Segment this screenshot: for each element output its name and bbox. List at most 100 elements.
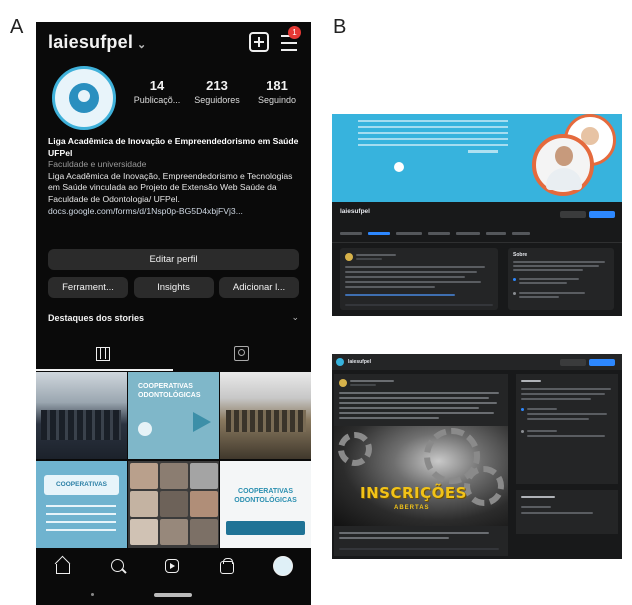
about-text-line (513, 261, 605, 263)
post-image[interactable]: INSCRIÇÕES ABERTAS (334, 426, 508, 526)
page-header-bar: laiesufpel (332, 354, 622, 370)
highlights-title: Destaques dos stories (48, 313, 145, 323)
tab-reviews[interactable] (428, 232, 450, 235)
shop-icon[interactable] (218, 557, 236, 575)
bottom-navigation (36, 549, 311, 583)
post-title: COOPERATIVAS ODONTOLÓGICAS (138, 383, 201, 399)
profile-actions: Ferrament... Insights Adicionar l... (48, 277, 299, 298)
image-subheadline: ABERTAS (394, 505, 430, 511)
dot-icon (91, 593, 94, 596)
stat-posts[interactable]: 14 Publicaçõ... (128, 78, 186, 105)
feed-post-card[interactable] (340, 248, 498, 310)
about-text-line (519, 296, 559, 298)
chevron-down-icon[interactable]: ⌄ (137, 39, 146, 51)
profile-header-bar: laiesufpel ⌄ 1 (48, 26, 301, 56)
bio-link[interactable]: docs.google.com/forms/d/1Nsp0p-BG5D4xbjF… (48, 206, 304, 218)
caption-line (339, 532, 489, 534)
post-text-line (345, 281, 481, 283)
photos-title-line (521, 496, 555, 498)
tab-posts-grid[interactable] (36, 339, 173, 371)
insights-button[interactable]: Insights (133, 277, 214, 298)
facebook-page-screenshot-2: laiesufpel INSCRIÇÕES ABERTAS (332, 354, 622, 559)
stat-posts-value: 14 (149, 78, 165, 93)
profile-stats: 14 Publicaçõ... 213 Seguidores 181 Segui… (128, 78, 306, 105)
tab-photos[interactable] (486, 232, 506, 235)
stat-followers-label: Seguidores (194, 95, 240, 105)
bio-text: Liga Acadêmica de Inovação, Empreendedor… (48, 170, 293, 204)
post-thumbnail[interactable] (220, 372, 311, 459)
about-text-line (521, 398, 591, 400)
info-icon (513, 278, 516, 281)
follow-button[interactable] (589, 211, 615, 218)
profile-username[interactable]: laiesufpel ⌄ (48, 32, 146, 53)
bio-category: Faculdade e universidade (48, 159, 147, 170)
tab-posts[interactable] (340, 232, 362, 235)
post-thumbnail[interactable]: COOPERATIVAS ODONTOLÓGICAS (128, 372, 219, 459)
edit-profile-button[interactable]: Editar perfil (48, 249, 299, 270)
avatar (339, 379, 347, 387)
create-post-icon[interactable] (249, 32, 269, 52)
video-call-tile (190, 491, 218, 517)
photos-text-line (521, 506, 551, 508)
tab-tagged[interactable] (174, 339, 311, 369)
post-link-line[interactable] (345, 294, 455, 296)
post-text-line (339, 412, 494, 414)
reaction-bar[interactable] (345, 304, 493, 306)
post-thumbnail[interactable] (36, 372, 127, 459)
stat-followers[interactable]: 213 Seguidores (188, 78, 246, 105)
post-thumbnail[interactable] (128, 461, 219, 548)
about-title-line (521, 380, 541, 382)
profile-avatar[interactable] (52, 66, 116, 130)
video-call-tile (160, 463, 188, 489)
post-banner (226, 521, 305, 535)
stat-following-label: Seguindo (257, 95, 297, 105)
search-icon[interactable] (109, 557, 127, 575)
stat-following[interactable]: 181 Seguindo (248, 78, 306, 105)
video-call-tile (130, 491, 158, 517)
add-link-button[interactable]: Adicionar l... (219, 277, 299, 298)
profile-avatar-icon[interactable] (272, 556, 293, 576)
gear-icon (464, 466, 504, 506)
panel-label-b: B (333, 16, 347, 38)
message-button[interactable] (560, 211, 586, 218)
gear-icon (338, 432, 372, 466)
about-text-line (519, 292, 585, 294)
video-call-tile (130, 463, 158, 489)
about-text-line (519, 282, 567, 284)
arrow-icon (193, 412, 211, 432)
tab-about[interactable] (368, 232, 390, 235)
post-text-line (345, 276, 465, 278)
message-button[interactable] (560, 359, 586, 366)
feed-post-card[interactable]: INSCRIÇÕES ABERTAS (334, 374, 508, 556)
post-thumbnail[interactable]: COOPERATIVAS (36, 461, 127, 548)
post-text-line (339, 392, 499, 394)
posts-grid: COOPERATIVAS ODONTOLÓGICAS COOPERATIVAS … (36, 372, 311, 548)
tab-mentions[interactable] (396, 232, 422, 235)
post-text-lines (46, 505, 116, 535)
reels-icon[interactable] (163, 557, 181, 575)
chevron-down-icon[interactable]: ⌄ (291, 312, 299, 323)
followers-icon (513, 292, 516, 295)
profile-tabs (36, 339, 311, 371)
video-call-tile (190, 463, 218, 489)
follow-button[interactable] (589, 359, 615, 366)
video-call-tile (190, 519, 218, 545)
stat-followers-value: 213 (206, 78, 228, 93)
tools-button[interactable]: Ferrament... (48, 277, 128, 298)
post-thumbnail[interactable]: COOPERATIVAS ODONTOLÓGICAS (220, 461, 311, 548)
stat-posts-label: Publicaçõ... (133, 95, 181, 105)
home-gesture-bar[interactable] (154, 593, 192, 597)
panel-label-a: A (10, 16, 24, 38)
about-text-line (521, 393, 605, 395)
cover-photo (332, 114, 622, 202)
story-highlights-header[interactable]: Destaques dos stories ⌄ (48, 312, 299, 323)
info-icon (521, 408, 524, 411)
tab-followers[interactable] (456, 232, 480, 235)
post-author-line (356, 254, 396, 256)
tab-more[interactable] (512, 232, 530, 235)
about-text-line (513, 269, 583, 271)
post-title: COOPERATIVAS ODONTOLÓGICAS (234, 488, 297, 504)
video-call-tile (160, 491, 188, 517)
home-icon[interactable] (54, 557, 72, 575)
reaction-bar[interactable] (339, 548, 499, 550)
